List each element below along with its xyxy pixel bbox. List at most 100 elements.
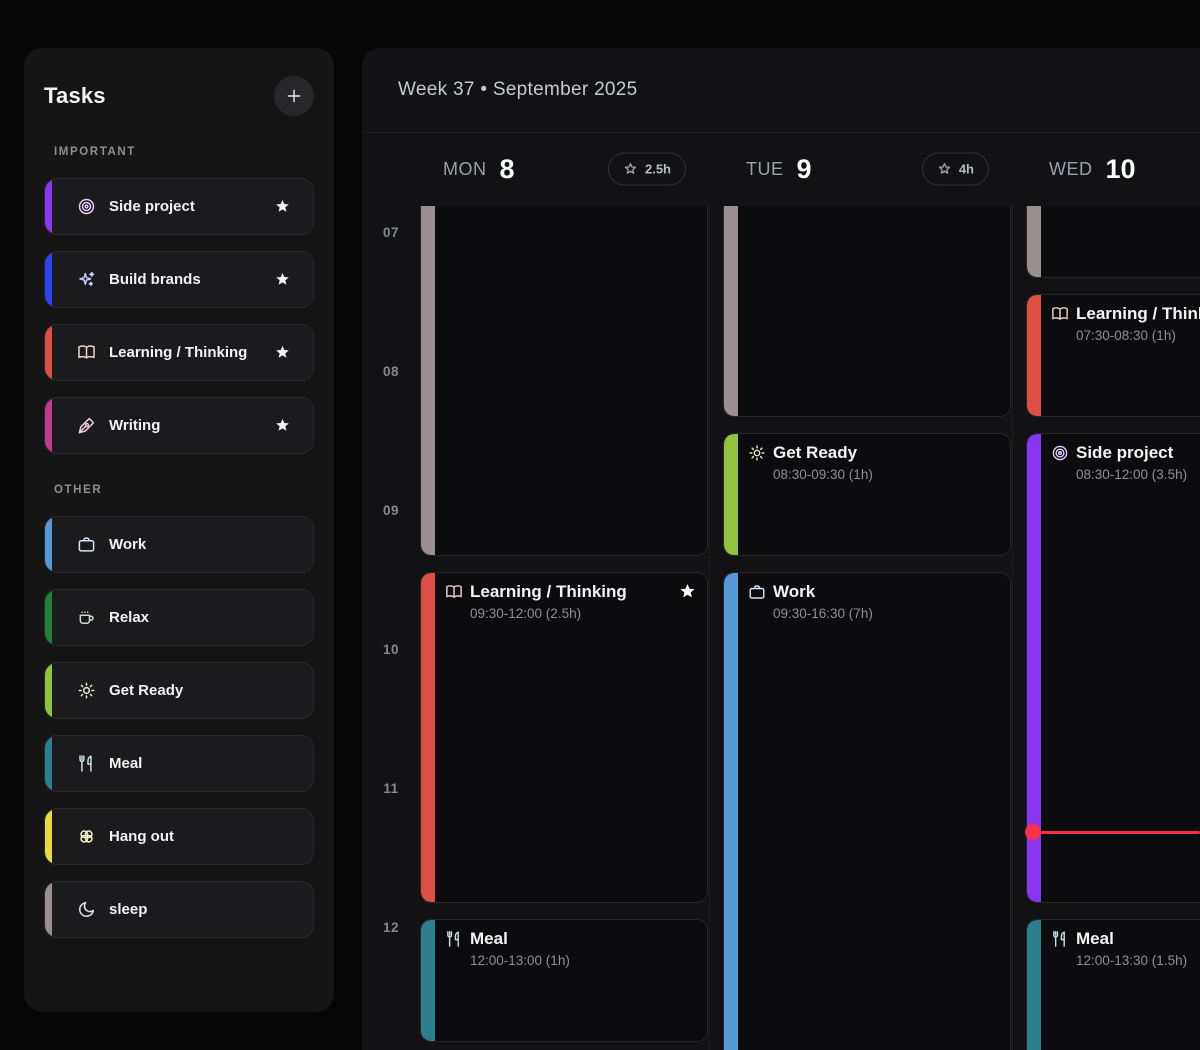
sidebar-item-learning-thinking[interactable]: Learning / Thinking xyxy=(44,324,314,381)
event-card-get-ready[interactable]: Get Ready 08:30-09:30 (1h) xyxy=(723,433,1011,556)
day-header-tue: TUE 9 4h xyxy=(723,133,1011,205)
sun-icon xyxy=(77,681,96,700)
sidebar-header: Tasks xyxy=(24,48,334,116)
day-header-wed: WED10 xyxy=(1026,133,1200,205)
starred-hours-badge: 4h xyxy=(922,153,989,186)
plus-icon xyxy=(285,87,303,105)
sidebar-item-label: sleep xyxy=(109,901,147,918)
event-color-bar xyxy=(421,206,435,555)
task-color-bar xyxy=(45,398,52,453)
pen-icon xyxy=(77,416,96,435)
week-title: Week 37 • September 2025 xyxy=(398,79,638,101)
event-card-meal[interactable]: Meal 12:00-13:30 (1.5h) xyxy=(1026,919,1200,1050)
hour-label: 07 xyxy=(362,225,420,240)
task-color-bar xyxy=(45,590,52,645)
event-title: Get Ready xyxy=(773,443,857,463)
sidebar-item-hang-out[interactable]: Hang out xyxy=(44,808,314,865)
sidebar-item-side-project[interactable]: Side project xyxy=(44,178,314,235)
sidebar-item-relax[interactable]: Relax xyxy=(44,589,314,646)
day-name: MON xyxy=(443,159,487,180)
event-time-range: 07:30-08:30 (1h) xyxy=(1076,328,1200,343)
day-header-row: MON 8 2.5h TUE 9 4h WED10 xyxy=(362,133,1200,205)
event-card-learning-thinking[interactable]: Learning / Thinking 07:30-08:30 (1h) xyxy=(1026,294,1200,417)
column-separator xyxy=(1012,205,1013,1050)
book-icon xyxy=(1051,305,1069,323)
event-card-meal[interactable]: Meal 12:00-13:00 (1h) xyxy=(420,919,708,1042)
event-color-bar xyxy=(724,434,738,555)
day-number: 8 xyxy=(500,154,515,185)
task-color-bar xyxy=(45,325,52,380)
event-time-range: 09:30-16:30 (7h) xyxy=(773,606,1000,621)
event-title: Side project xyxy=(1076,443,1173,463)
task-color-bar xyxy=(45,179,52,234)
sidebar-item-label: Learning / Thinking xyxy=(109,344,247,361)
add-task-button[interactable] xyxy=(274,76,314,116)
event-card-work[interactable]: Work 09:30-16:30 (7h) xyxy=(723,572,1011,1050)
event-card-untitled[interactable] xyxy=(723,206,1011,417)
task-color-bar xyxy=(45,882,52,937)
utensils-icon xyxy=(445,930,463,948)
event-body: Learning / Thinking09:30-12:00 (2.5h) xyxy=(421,573,707,621)
hour-label: 10 xyxy=(362,642,420,657)
event-time-range: 08:30-09:30 (1h) xyxy=(773,467,1000,482)
event-time-range: 12:00-13:00 (1h) xyxy=(470,953,697,968)
sidebar-item-work[interactable]: Work xyxy=(44,516,314,573)
sidebar-item-meal[interactable]: Meal xyxy=(44,735,314,792)
star-icon[interactable] xyxy=(274,198,291,215)
sidebar-item-get-ready[interactable]: Get Ready xyxy=(44,662,314,719)
sidebar-item-build-brands[interactable]: Build brands xyxy=(44,251,314,308)
badge-value: 2.5h xyxy=(645,162,671,177)
starred-hours-badge: 2.5h xyxy=(608,153,686,186)
tasks-sidebar: Tasks IMPORTANT Side project Build brands L… xyxy=(24,48,334,1012)
utensils-icon xyxy=(1051,930,1069,948)
star-icon[interactable] xyxy=(274,271,291,288)
hour-label: 08 xyxy=(362,364,420,379)
moon-icon xyxy=(77,900,96,919)
star-icon[interactable] xyxy=(274,344,291,361)
sidebar-item-label: Hang out xyxy=(109,828,174,845)
sidebar-item-label: Meal xyxy=(109,755,142,772)
column-separator xyxy=(709,205,710,1050)
sidebar-item-writing[interactable]: Writing xyxy=(44,397,314,454)
task-color-bar xyxy=(45,663,52,718)
task-color-bar xyxy=(45,252,52,307)
event-body: Meal 12:00-13:30 (1.5h) xyxy=(1027,920,1200,968)
section-label-other: OTHER xyxy=(54,484,334,496)
event-color-bar xyxy=(1027,206,1041,277)
briefcase-icon xyxy=(77,535,96,554)
day-number: 9 xyxy=(797,154,812,185)
event-body: Work 09:30-16:30 (7h) xyxy=(724,573,1010,621)
event-card-untitled[interactable] xyxy=(420,206,708,556)
event-color-bar xyxy=(1027,920,1041,1050)
star-outline-icon xyxy=(937,162,952,177)
sidebar-item-label: Get Ready xyxy=(109,682,183,699)
event-body: Get Ready 08:30-09:30 (1h) xyxy=(724,434,1010,482)
day-name: WED xyxy=(1049,159,1093,180)
event-card-learning-thinking[interactable]: Learning / Thinking09:30-12:00 (2.5h) xyxy=(420,572,708,904)
app-window: Tasks IMPORTANT Side project Build brands L… xyxy=(0,0,1200,1050)
calendar-panel: Week 37 • September 2025 MON 8 2.5h TUE 9 4h W… xyxy=(362,48,1200,1050)
task-color-bar xyxy=(45,809,52,864)
sidebar-item-sleep[interactable]: sleep xyxy=(44,881,314,938)
day-header-mon: MON 8 2.5h xyxy=(420,133,708,205)
event-time-range: 08:30-12:00 (3.5h) xyxy=(1076,467,1200,482)
event-color-bar xyxy=(421,573,435,903)
event-title: Learning / Thinking xyxy=(1076,304,1200,324)
sidebar-item-label: Side project xyxy=(109,198,195,215)
sparkles-icon xyxy=(77,270,96,289)
star-icon[interactable] xyxy=(274,417,291,434)
star-icon[interactable] xyxy=(678,582,697,601)
event-title: Meal xyxy=(470,929,508,949)
coffee-icon xyxy=(77,608,96,627)
event-title: Work xyxy=(773,582,815,602)
day-name: TUE xyxy=(746,159,784,180)
section-label-important: IMPORTANT xyxy=(54,146,334,158)
event-title: Meal xyxy=(1076,929,1114,949)
event-color-bar xyxy=(421,920,435,1041)
event-body: Meal 12:00-13:00 (1h) xyxy=(421,920,707,968)
event-time-range: 12:00-13:30 (1.5h) xyxy=(1076,953,1200,968)
sidebar-item-label: Writing xyxy=(109,417,160,434)
event-body: Learning / Thinking 07:30-08:30 (1h) xyxy=(1027,295,1200,343)
star-outline-icon xyxy=(623,162,638,177)
event-card-untitled[interactable] xyxy=(1026,206,1200,278)
